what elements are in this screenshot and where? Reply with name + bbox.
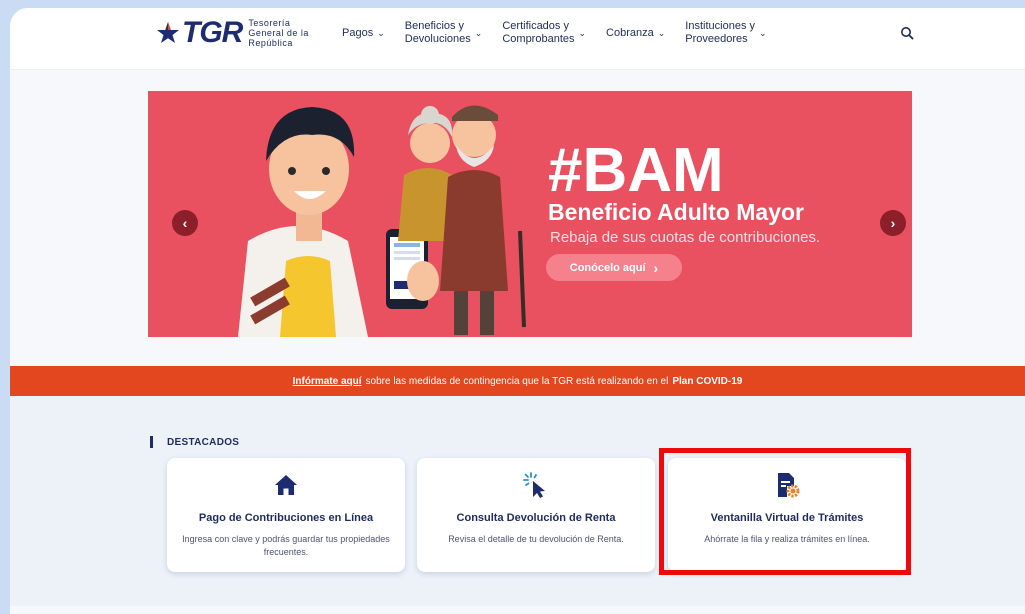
chevron-right-icon: › [890,215,896,231]
notice-plan-link[interactable]: Plan COVID-19 [672,376,742,387]
carousel-next-button[interactable]: › [880,210,906,236]
card-title: Pago de Contribuciones en Línea [198,512,374,524]
section-marker [150,436,153,448]
chevron-right-icon: › [653,259,659,276]
destacados-header: DESTACADOS [150,436,239,448]
card-description: Ahórrate la fila y realiza trámites en l… [704,534,870,544]
banner-subtitle: Rebaja de sus cuotas de contribuciones. [550,229,821,246]
logo-subtitle-line: General de la [248,28,309,38]
chevron-down-icon: ⌄ [377,27,385,38]
logo-text: TGR [182,16,243,49]
chevron-left-icon: ‹ [182,215,188,231]
elderly-couple-illustration [238,105,526,337]
logo-subtitle: Tesorería General de la República [248,18,322,48]
chevron-down-icon: ⌄ [474,27,483,38]
card-pago-contribuciones[interactable]: Pago de Contribuciones en Línea Ingresa … [167,458,405,572]
banner-title: Beneficio Adulto Mayor [548,199,804,225]
card-description: Ingresa con clave y podrás guardar tus p… [182,534,390,557]
search-icon[interactable] [900,26,914,40]
hero-banner[interactable]: #BAM Beneficio Adulto Mayor Rebaja de su… [148,91,912,337]
nav-label: Cobranza [606,26,654,39]
nav-label: Comprobantes [502,33,575,45]
chevron-down-icon: ⌄ [578,27,587,38]
card-ventanilla-virtual[interactable]: Ventanilla Virtual de Trámites Ahórrate … [668,458,906,572]
chevron-down-icon: ⌄ [759,27,767,38]
nav-label: Certificados y [502,20,569,32]
nav-label: Proveedores [685,33,748,45]
card-devolucion-renta[interactable]: Consulta Devolución de Renta Revisa el d… [417,458,655,572]
chevron-down-icon: ⌄ [657,27,666,38]
nav-label: Devoluciones [404,33,471,45]
nav-item-beneficios[interactable]: Beneficios y Devoluciones ⌄ [405,20,483,46]
nav-item-instituciones[interactable]: Instituciones y Proveedores ⌄ [685,20,766,46]
banner-cta-button[interactable]: Conócelo aquí › [546,254,682,281]
nav-label: Beneficios y [404,20,465,32]
banner-hashtag: #BAM [548,136,724,205]
covid-notice-bar: Infórmate aquí sobre las medidas de cont… [10,366,1025,396]
logo-subtitle-line: Tesorería [248,18,291,28]
nav-label: Pagos [342,26,374,39]
main-nav: Pagos ⌄ Beneficios y Devoluciones ⌄ Certi… [342,20,787,46]
card-title: Consulta Devolución de Renta [456,512,616,524]
section-title: DESTACADOS [167,436,240,448]
nav-item-certificados[interactable]: Certificados y Comprobantes ⌄ [502,20,586,46]
nav-item-cobranza[interactable]: Cobranza ⌄ [606,27,665,40]
nav-label: Instituciones y [685,20,755,32]
card-title: Ventanilla Virtual de Trámites [710,512,864,524]
notice-link[interactable]: Infórmate aquí [293,376,362,387]
card-description: Revisa el detalle de tu devolución de Re… [448,534,624,544]
site-header: TGR Tesorería General de la República Pa… [10,8,1025,70]
home-icon [275,475,297,495]
logo-subtitle-line: República [248,38,293,48]
star-icon [157,22,179,43]
banner-cta-label: Conócelo aquí [569,261,646,274]
carousel-prev-button[interactable]: ‹ [172,210,198,236]
cursor-click-icon [523,472,545,498]
tgr-logo[interactable]: TGR Tesorería General de la República [156,18,322,48]
nav-item-pagos[interactable]: Pagos ⌄ [342,27,385,40]
document-gear-icon [778,473,800,498]
notice-text: sobre las medidas de contingencia que la… [365,375,669,387]
